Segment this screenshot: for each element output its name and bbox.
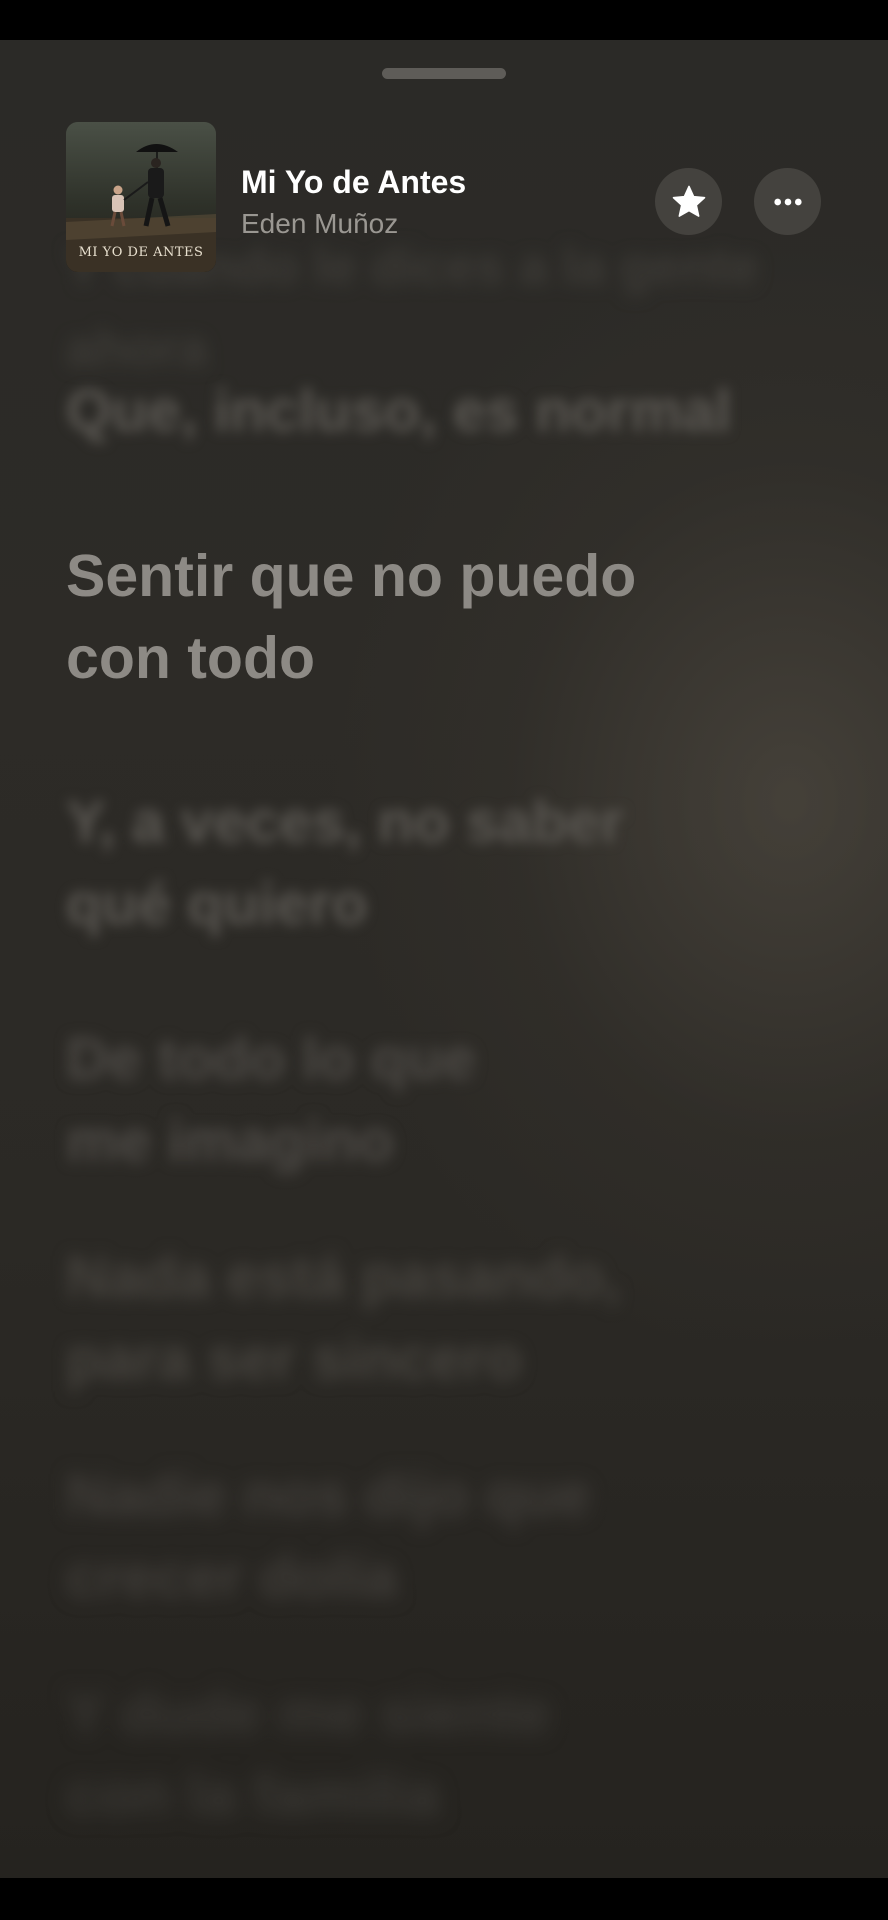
lyric-line[interactable]: Y dude me siente con la familia	[66, 1672, 846, 1836]
lyric-line[interactable]: Nadie nos dijo que crecer dolía	[66, 1454, 846, 1618]
bottom-system-bar	[0, 1878, 888, 1920]
star-icon	[672, 185, 705, 217]
favorite-button[interactable]	[655, 168, 722, 235]
lyric-line-current[interactable]: Sentir que no puedo con todo	[66, 535, 846, 699]
ellipsis-icon	[773, 198, 802, 205]
album-artwork-caption: MI YO DE ANTES	[78, 245, 204, 260]
more-options-button[interactable]	[754, 168, 821, 235]
lyric-line[interactable]: Nada está pasando, para ser sincero	[66, 1236, 846, 1400]
lyric-line[interactable]: De todo lo que me imagino	[66, 1018, 846, 1182]
song-artist[interactable]: Eden Muñoz	[241, 208, 398, 240]
lyrics-sheet: Y cuando le dices a la gente ahora Que, …	[0, 40, 888, 1878]
lyric-line[interactable]: Y, a veces, no saber qué quiero	[66, 781, 846, 945]
sheet-grabber-handle[interactable]	[382, 68, 506, 79]
lyric-line[interactable]: Que, incluso, es normal	[66, 370, 846, 452]
album-artwork[interactable]: MI YO DE ANTES	[66, 122, 216, 272]
song-title[interactable]: Mi Yo de Antes	[241, 164, 466, 201]
